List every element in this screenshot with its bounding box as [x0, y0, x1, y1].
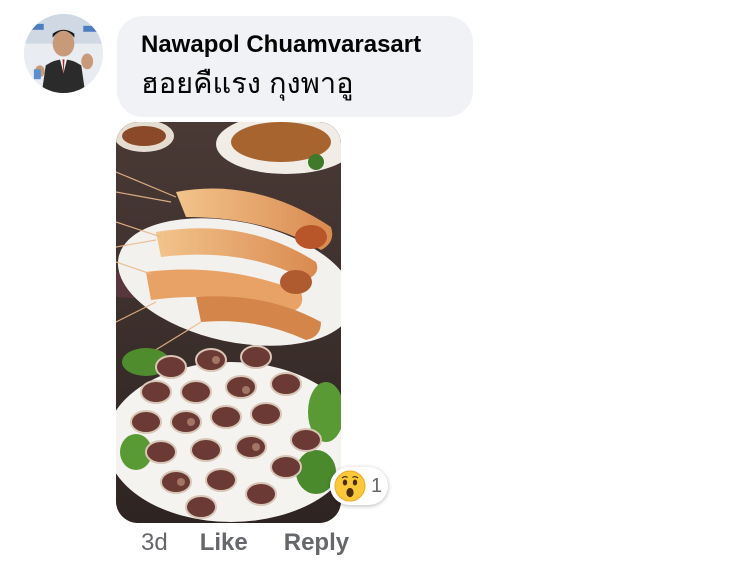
comment-author-name[interactable]: Nawapol Chuamvarasart — [141, 30, 449, 60]
reaction-count: 1 — [371, 474, 383, 497]
reaction-summary[interactable]: 1 — [330, 467, 388, 505]
avatar-photo — [24, 14, 103, 93]
wow-reaction-icon — [334, 470, 366, 502]
seafood-photo-image — [116, 122, 341, 523]
comment-actions: 3d Like Reply — [141, 528, 349, 558]
comment-bubble: Nawapol Chuamvarasart ฮอยคืแรง กุงพาอู — [117, 16, 473, 117]
like-button[interactable]: Like — [200, 529, 248, 557]
comment-photo[interactable] — [116, 122, 341, 523]
comment-text: ฮอยคืแรง กุงพาอู — [141, 68, 354, 100]
avatar[interactable] — [24, 14, 103, 93]
reply-button[interactable]: Reply — [284, 529, 349, 557]
comment-timestamp[interactable]: 3d — [141, 529, 168, 557]
